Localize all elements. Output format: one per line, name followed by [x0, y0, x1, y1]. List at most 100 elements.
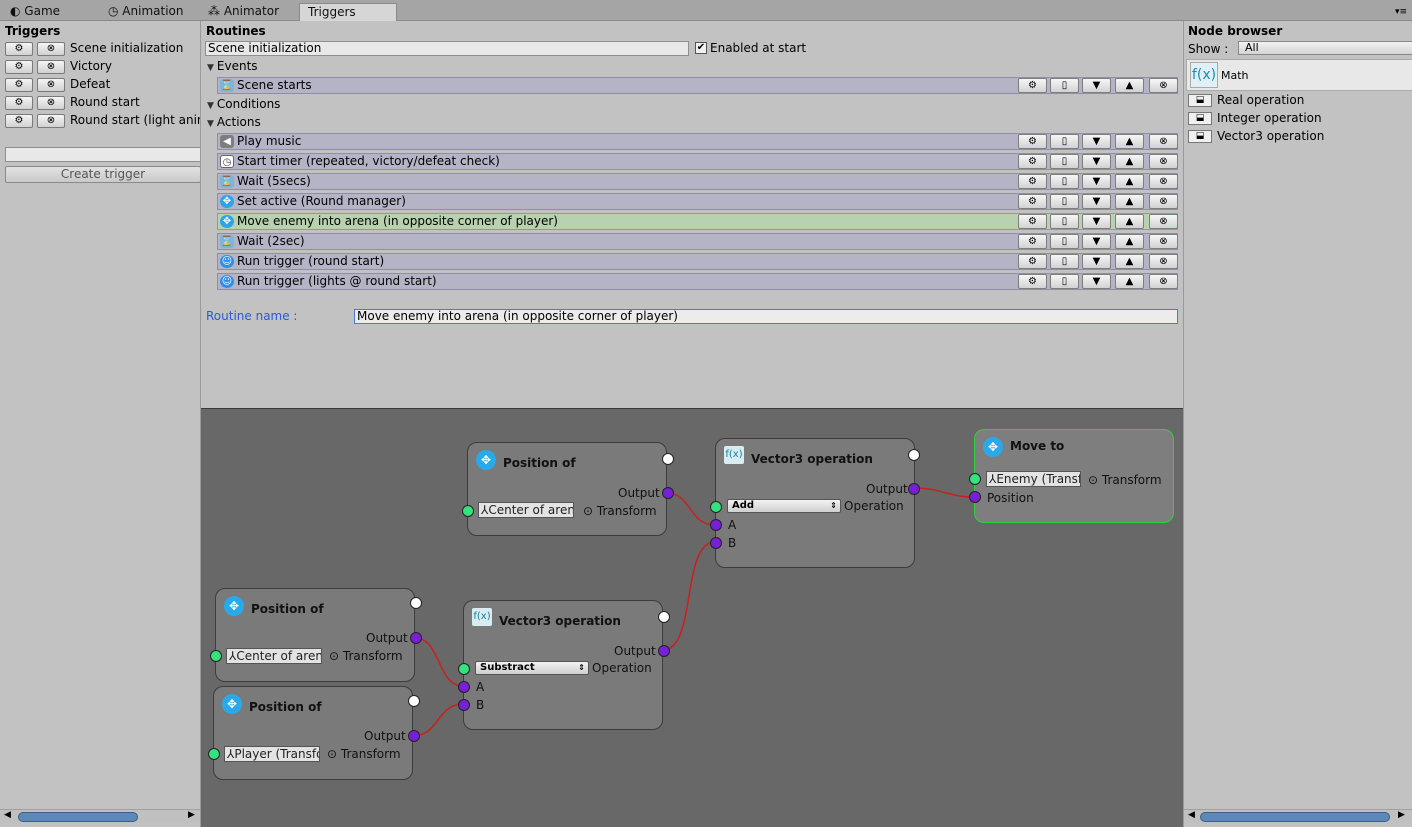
input-port-a[interactable]	[458, 681, 470, 693]
settings-gear-icon[interactable]: ⚙	[1018, 134, 1047, 149]
move-down-icon[interactable]: ▼	[1082, 194, 1111, 209]
move-up-icon[interactable]: ▲	[1115, 174, 1144, 189]
move-to-node[interactable]: ✥ Move to ⅄Enemy (Transform) ⊙ Transform…	[969, 429, 1174, 523]
move-down-icon[interactable]: ▼	[1082, 174, 1111, 189]
trigger-settings-button[interactable]: ⚙	[5, 96, 33, 110]
trigger-delete-button[interactable]: ⊗	[37, 96, 65, 110]
operation-dropdown[interactable]: Substract ⇕	[475, 661, 589, 675]
flow-port[interactable]	[662, 453, 674, 465]
scrollbar-thumb[interactable]	[1200, 812, 1390, 822]
move-up-icon[interactable]: ▲	[1115, 134, 1144, 149]
move-up-icon[interactable]: ▲	[1115, 154, 1144, 169]
tab-menu-icon[interactable]: ▾≡	[1395, 7, 1407, 17]
duplicate-icon[interactable]: ▯	[1050, 174, 1079, 189]
duplicate-icon[interactable]: ▯	[1050, 214, 1079, 229]
duplicate-icon[interactable]: ▯	[1050, 78, 1079, 93]
position-of-node[interactable]: ✥ Position of Output ⅄Player (Transform)…	[208, 686, 420, 780]
trigger-settings-button[interactable]: ⚙	[5, 42, 33, 56]
tab-animation[interactable]: ◷ Animation	[100, 3, 191, 21]
move-down-icon[interactable]: ▼	[1082, 254, 1111, 269]
object-field[interactable]: ⅄Enemy (Transform)	[986, 471, 1081, 487]
move-down-icon[interactable]: ▼	[1082, 274, 1111, 289]
output-port[interactable]	[662, 487, 674, 499]
duplicate-icon[interactable]: ▯	[1050, 154, 1079, 169]
output-port[interactable]	[658, 645, 670, 657]
trigger-delete-button[interactable]: ⊗	[37, 78, 65, 92]
remove-icon[interactable]: ⊗	[1149, 78, 1178, 93]
remove-icon[interactable]: ⊗	[1149, 214, 1178, 229]
routine-trigger-field[interactable]: Scene initialization	[205, 41, 689, 56]
trigger-item[interactable]: Victory	[70, 59, 112, 73]
browser-scrollbar[interactable]: ◀ ▶	[1184, 809, 1412, 823]
trigger-settings-button[interactable]: ⚙	[5, 78, 33, 92]
remove-icon[interactable]: ⊗	[1149, 274, 1178, 289]
trigger-delete-button[interactable]: ⊗	[37, 60, 65, 74]
enabled-checkbox[interactable]: ✔	[695, 42, 707, 54]
remove-icon[interactable]: ⊗	[1149, 254, 1178, 269]
browser-item-integer-operation[interactable]: ⬓ Integer operation	[1188, 111, 1322, 125]
settings-gear-icon[interactable]: ⚙	[1018, 174, 1047, 189]
remove-icon[interactable]: ⊗	[1149, 234, 1178, 249]
scroll-right-icon[interactable]: ▶	[188, 810, 195, 820]
scroll-left-icon[interactable]: ◀	[1188, 810, 1195, 820]
position-of-node[interactable]: ✥ Position of Output ⅄Center of arena ⊙ …	[462, 442, 674, 536]
duplicate-icon[interactable]: ▯	[1050, 134, 1079, 149]
input-port[interactable]	[210, 650, 222, 662]
object-field[interactable]: ⅄Player (Transform)	[224, 746, 320, 762]
settings-gear-icon[interactable]: ⚙	[1018, 194, 1047, 209]
scroll-left-icon[interactable]: ◀	[4, 810, 11, 820]
duplicate-icon[interactable]: ▯	[1050, 234, 1079, 249]
triggers-scrollbar[interactable]: ◀ ▶	[0, 809, 200, 823]
operation-dropdown[interactable]: Add ⇕	[727, 499, 841, 513]
remove-icon[interactable]: ⊗	[1149, 174, 1178, 189]
remove-icon[interactable]: ⊗	[1149, 194, 1178, 209]
object-field[interactable]: ⅄Center of arena	[478, 502, 574, 518]
show-filter-dropdown[interactable]: All	[1238, 41, 1412, 55]
move-up-icon[interactable]: ▲	[1115, 274, 1144, 289]
trigger-delete-button[interactable]: ⊗	[37, 42, 65, 56]
input-port-position[interactable]	[969, 491, 981, 503]
trigger-item[interactable]: Round start (light animation)	[70, 113, 200, 127]
trigger-item[interactable]: Scene initialization	[70, 41, 183, 55]
input-port-b[interactable]	[458, 699, 470, 711]
trigger-settings-button[interactable]: ⚙	[5, 60, 33, 74]
input-port-a[interactable]	[710, 519, 722, 531]
flow-port[interactable]	[410, 597, 422, 609]
browser-item-real-operation[interactable]: ⬓ Real operation	[1188, 93, 1304, 107]
events-foldout[interactable]: ▼ Events	[207, 59, 258, 73]
math-category[interactable]: f(x) Math	[1186, 59, 1412, 91]
routine-name-input[interactable]: Move enemy into arena (in opposite corne…	[354, 309, 1178, 324]
object-field[interactable]: ⅄Center of arena	[226, 648, 322, 664]
remove-icon[interactable]: ⊗	[1149, 154, 1178, 169]
actions-foldout[interactable]: ▼ Actions	[207, 115, 261, 129]
settings-gear-icon[interactable]: ⚙	[1018, 78, 1047, 93]
settings-gear-icon[interactable]: ⚙	[1018, 254, 1047, 269]
trigger-settings-button[interactable]: ⚙	[5, 114, 33, 128]
node-graph-canvas[interactable]: ✥ Position of Output ⅄Center of arena ⊙ …	[201, 408, 1183, 827]
input-port[interactable]	[208, 748, 220, 760]
trigger-delete-button[interactable]: ⊗	[37, 114, 65, 128]
move-down-icon[interactable]: ▼	[1082, 214, 1111, 229]
move-down-icon[interactable]: ▼	[1082, 134, 1111, 149]
move-up-icon[interactable]: ▲	[1115, 214, 1144, 229]
flow-port[interactable]	[908, 449, 920, 461]
settings-gear-icon[interactable]: ⚙	[1018, 274, 1047, 289]
output-port[interactable]	[908, 483, 920, 495]
scroll-right-icon[interactable]: ▶	[1398, 810, 1405, 820]
move-up-icon[interactable]: ▲	[1115, 78, 1144, 93]
flow-port[interactable]	[658, 611, 670, 623]
remove-icon[interactable]: ⊗	[1149, 134, 1178, 149]
output-port[interactable]	[408, 730, 420, 742]
output-port[interactable]	[410, 632, 422, 644]
duplicate-icon[interactable]: ▯	[1050, 274, 1079, 289]
input-port-b[interactable]	[710, 537, 722, 549]
new-trigger-name-input[interactable]	[5, 147, 200, 162]
settings-gear-icon[interactable]: ⚙	[1018, 234, 1047, 249]
create-trigger-button[interactable]: Create trigger	[5, 166, 200, 183]
move-down-icon[interactable]: ▼	[1082, 154, 1111, 169]
duplicate-icon[interactable]: ▯	[1050, 254, 1079, 269]
move-down-icon[interactable]: ▼	[1082, 234, 1111, 249]
scrollbar-thumb[interactable]	[18, 812, 138, 822]
vector3-substract-node[interactable]: f(x) Vector3 operation Output Substract ⇕…	[458, 600, 670, 730]
trigger-item[interactable]: Round start	[70, 95, 140, 109]
